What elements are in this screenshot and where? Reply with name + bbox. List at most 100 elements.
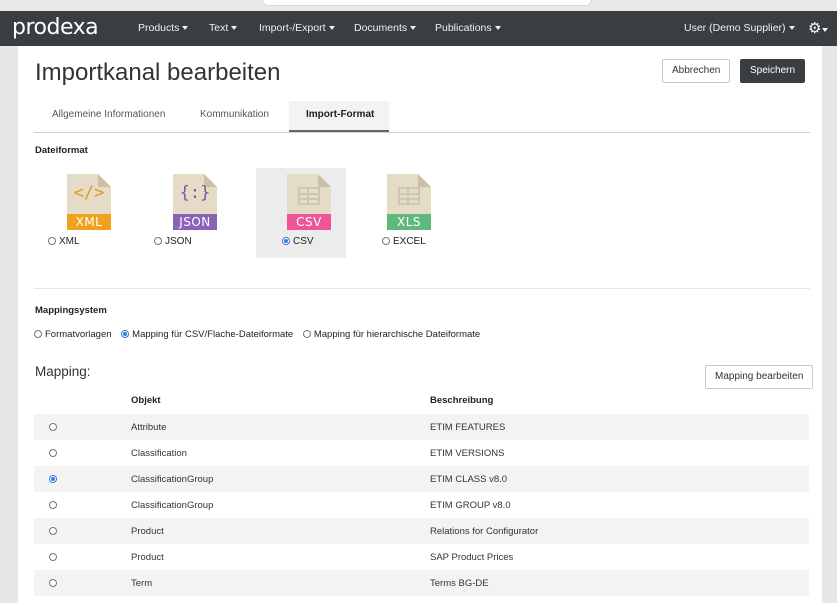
row-radio-icon[interactable]	[49, 553, 57, 561]
browser-address-bar[interactable]	[262, 0, 592, 6]
mapping-system-options: Formatvorlagen Mapping für CSV/Flache-Da…	[34, 329, 487, 340]
mapping-heading: Mapping:	[35, 364, 91, 379]
nav-products[interactable]: Products	[138, 22, 189, 34]
cell-description: ETIM CLASS v8.0	[430, 474, 508, 485]
csv-radio[interactable]: CSV	[282, 236, 314, 247]
cell-object: Product	[131, 552, 164, 563]
nav-publications[interactable]: Publications	[435, 22, 501, 34]
caret-down-icon	[494, 26, 501, 30]
table-row[interactable]: ClassificationGroup ETIM CLASS v8.0	[34, 466, 809, 492]
csv-file-icon: CSV	[287, 174, 331, 230]
table-row[interactable]: Term Terms BG-DE	[34, 570, 809, 596]
format-option-xml[interactable]: </> XML XML	[36, 168, 126, 258]
tab-communication[interactable]: Kommunikation	[200, 109, 269, 120]
cell-description: Terms BG-DE	[430, 578, 489, 589]
mapping-system-option-hierarchical[interactable]: Mapping für hierarchische Dateiformate	[302, 329, 481, 340]
json-radio[interactable]: JSON	[154, 236, 192, 247]
column-header-description: Beschreibung	[430, 395, 494, 406]
xml-badge: XML	[67, 214, 111, 230]
json-file-icon: {:} JSON	[173, 174, 217, 230]
table-row[interactable]: ClassificationGroup ETIM GROUP v8.0	[34, 492, 809, 518]
file-format-label: Dateiformat	[35, 145, 88, 156]
tab-import-format[interactable]: Import-Format	[306, 109, 374, 120]
browser-top-strip	[0, 0, 837, 11]
nav-products-label: Products	[138, 22, 180, 34]
xls-badge: XLS	[387, 214, 431, 230]
cancel-button[interactable]: Abbrechen	[662, 59, 731, 83]
table-row[interactable]: Product SAP Product Prices	[34, 544, 809, 570]
caret-down-icon	[231, 26, 238, 30]
table-row[interactable]: Product Relations for Configurator	[34, 518, 809, 544]
cell-description: ETIM GROUP v8.0	[430, 500, 511, 511]
mapping-system-label: Mappingsystem	[35, 305, 107, 316]
nav-publications-label: Publications	[435, 22, 492, 34]
edit-mapping-button[interactable]: Mapping bearbeiten	[705, 365, 814, 389]
table-grid-icon	[298, 187, 320, 205]
xml-radio[interactable]: XML	[48, 236, 80, 247]
radio-icon	[34, 330, 42, 338]
table-grid-icon	[398, 187, 420, 205]
cell-description: ETIM FEATURES	[430, 422, 506, 433]
option-label: Mapping für hierarchische Dateiformate	[313, 329, 481, 340]
save-button[interactable]: Speichern	[740, 59, 806, 83]
xml-radio-label: XML	[59, 236, 80, 247]
user-menu-label: User (Demo Supplier)	[684, 22, 786, 34]
edit-import-channel-page: Importkanal bearbeiten Abbrechen Speiche…	[18, 46, 822, 603]
xml-file-icon: </> XML	[67, 174, 111, 230]
radio-icon	[154, 237, 162, 245]
format-option-excel[interactable]: XLS EXCEL	[356, 168, 446, 258]
nav-text-label: Text	[209, 22, 229, 34]
csv-badge: CSV	[287, 214, 331, 230]
section-divider	[34, 288, 810, 289]
caret-down-icon	[410, 26, 417, 30]
nav-import-export-label: Import-/Export	[259, 22, 326, 34]
user-menu[interactable]: User (Demo Supplier)	[684, 22, 795, 34]
caret-down-icon	[182, 26, 189, 30]
row-radio-icon[interactable]	[49, 527, 57, 535]
table-row[interactable]: Attribute ETIM FEATURES	[34, 414, 809, 440]
curly-braces-glyph: {:}	[179, 183, 211, 203]
xls-file-icon: XLS	[387, 174, 431, 230]
option-label: Mapping für CSV/Flache-Dateiformate	[132, 329, 294, 340]
cell-description: ETIM VERSIONS	[430, 448, 505, 459]
json-radio-label: JSON	[165, 236, 192, 247]
row-radio-icon[interactable]	[49, 423, 57, 431]
cell-object: ClassificationGroup	[131, 474, 214, 485]
row-radio-icon[interactable]	[49, 501, 57, 509]
row-radio-selected-icon[interactable]	[49, 475, 57, 483]
option-label: Formatvorlagen	[45, 329, 112, 340]
radio-icon	[382, 237, 390, 245]
nav-documents-label: Documents	[354, 22, 408, 34]
caret-down-icon	[788, 26, 795, 30]
gear-icon[interactable]: ⚙	[808, 19, 829, 37]
cell-object: Product	[131, 526, 164, 537]
column-header-object: Objekt	[131, 395, 161, 406]
excel-radio-label: EXCEL	[393, 236, 426, 247]
tab-bar: Allgemeine Informationen Kommunikation I…	[34, 101, 810, 133]
mapping-system-option-templates[interactable]: Formatvorlagen	[34, 329, 112, 340]
page-title: Importkanal bearbeiten	[35, 59, 281, 86]
top-navbar: prodexa Products Text Import-/Export Doc…	[0, 11, 837, 46]
excel-radio[interactable]: EXCEL	[382, 236, 426, 247]
mapping-system-option-csv-flat[interactable]: Mapping für CSV/Flache-Dateiformate	[121, 329, 293, 340]
tab-general-info[interactable]: Allgemeine Informationen	[52, 109, 165, 120]
row-radio-icon[interactable]	[49, 449, 57, 457]
cell-description: SAP Product Prices	[430, 552, 514, 563]
row-radio-icon[interactable]	[49, 579, 57, 587]
radio-icon	[302, 330, 311, 338]
format-option-csv[interactable]: CSV CSV	[256, 168, 346, 258]
table-row[interactable]: Classification ETIM VERSIONS	[34, 440, 809, 466]
caret-down-icon	[328, 26, 335, 30]
nav-documents[interactable]: Documents	[354, 22, 417, 34]
active-tab-indicator	[289, 130, 389, 132]
json-badge: JSON	[173, 214, 217, 230]
nav-text[interactable]: Text	[209, 22, 238, 34]
cell-object: ClassificationGroup	[131, 500, 214, 511]
prodexa-logo[interactable]: prodexa	[12, 15, 99, 40]
code-brackets-glyph: </>	[73, 183, 105, 203]
cell-object: Attribute	[131, 422, 167, 433]
nav-import-export[interactable]: Import-/Export	[259, 22, 335, 34]
csv-radio-label: CSV	[293, 236, 314, 247]
radio-selected-icon	[121, 330, 130, 338]
format-option-json[interactable]: {:} JSON JSON	[142, 168, 232, 258]
